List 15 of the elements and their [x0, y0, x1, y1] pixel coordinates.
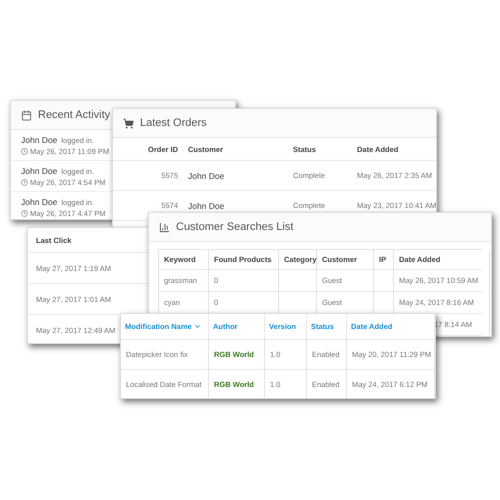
clock-icon	[21, 148, 28, 155]
panel-title: Recent Activity	[38, 109, 110, 121]
table-cell-text: John Doe	[187, 200, 226, 210]
user-name: John Doe	[21, 135, 58, 145]
calendar-icon	[21, 110, 32, 120]
table-cell-text: John Doe	[187, 170, 226, 180]
chevron-down-icon	[194, 323, 201, 330]
panel-title: Customer Searches List	[176, 221, 294, 233]
clock-icon	[21, 210, 28, 217]
cart-icon	[123, 118, 134, 128]
user-name: John Doe	[21, 166, 58, 176]
clock-icon	[21, 179, 28, 186]
bar-chart-icon	[159, 222, 170, 232]
panel-title: Latest Orders	[140, 117, 207, 129]
user-name: John Doe	[21, 197, 58, 207]
